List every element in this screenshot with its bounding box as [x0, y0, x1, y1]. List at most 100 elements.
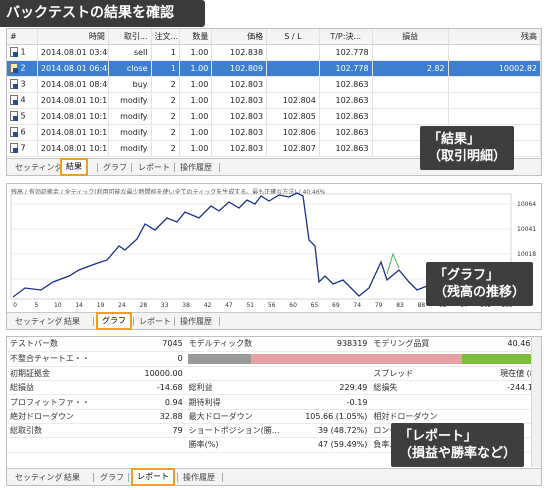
- report-value: [451, 394, 541, 410]
- cell-sl: 102.804: [266, 92, 320, 109]
- report-label: プロフィットファ・・: [7, 394, 101, 410]
- tester-tabbar: セッティング 結果 グラフ レポート 操作履歴: [7, 468, 541, 486]
- table-row-selected[interactable]: 2 2014.08.01 06:46 close 1 1.00 102.809 …: [7, 60, 542, 77]
- col-header[interactable]: 損益: [372, 29, 449, 45]
- report-value: 40.46%: [451, 337, 541, 352]
- report-label: 絶対ドローダウン: [7, 409, 101, 424]
- tab-journal[interactable]: 操作履歴: [179, 471, 219, 484]
- tab-settings[interactable]: セッティング: [11, 161, 67, 174]
- cell-balance: [448, 44, 542, 61]
- cell-order: 2: [151, 92, 180, 109]
- x-tick-label: 56: [268, 302, 276, 309]
- y-tick-label: 10018: [517, 251, 536, 258]
- cell-sl: 102.807: [266, 140, 320, 157]
- cell-price: 102.803: [211, 108, 268, 125]
- cell-sl: [266, 60, 320, 77]
- cell-price: 102.809: [211, 60, 268, 77]
- callout-title: 「結果」: [428, 132, 481, 147]
- col-header[interactable]: 残高: [448, 29, 542, 45]
- cell-type: modify: [108, 108, 152, 125]
- tab-journal[interactable]: 操作履歴: [176, 161, 216, 174]
- col-header[interactable]: T/P:決...: [319, 29, 373, 45]
- table-row[interactable]: 3 2014.08.01 08:43 buy 2 1.00 102.803 10…: [7, 76, 542, 93]
- callout-graph: 「グラフ」 （残高の推移）: [426, 262, 534, 306]
- tab-settings[interactable]: セッティング: [11, 315, 67, 328]
- report-label: 総損失: [370, 380, 452, 396]
- tab-graph[interactable]: グラフ: [96, 471, 128, 484]
- report-value: [451, 409, 541, 424]
- x-tick-label: 47: [225, 302, 233, 309]
- report-value: 47 (59.49%): [279, 437, 371, 453]
- row-number: 4: [20, 95, 26, 105]
- tab-report[interactable]: レポート: [134, 161, 174, 174]
- tab-settings[interactable]: セッティング: [11, 471, 67, 484]
- tab-results[interactable]: 結果: [60, 315, 84, 328]
- table-row[interactable]: 4 2014.08.01 10:11 modify 2 1.00 102.803…: [7, 92, 542, 109]
- x-tick-label: 69: [332, 302, 340, 309]
- col-header[interactable]: 注文...: [151, 29, 180, 45]
- callout-report: 「レポート」 （損益や勝率など）: [391, 423, 525, 467]
- table-row[interactable]: 5 2014.08.01 10:11 modify 2 1.00 102.803…: [7, 108, 542, 125]
- report-row: 総損益 -14.68 総利益 229.49 総損失 -244.17: [7, 380, 541, 396]
- callout-title: 「レポート」: [399, 429, 478, 444]
- col-header[interactable]: 価格: [211, 29, 268, 45]
- report-row: 初期証拠金 10000.00 スプレッド 現在値 (8): [7, 366, 541, 382]
- x-tick-label: 88: [418, 302, 426, 309]
- report-value: 32.88: [100, 409, 186, 424]
- callout-results: 「結果」 （取引明細）: [420, 126, 515, 170]
- tab-graph[interactable]: グラフ: [96, 312, 132, 330]
- tab-report[interactable]: レポート: [135, 315, 175, 328]
- col-header[interactable]: #: [7, 29, 38, 45]
- report-value: 39 (48.72%): [279, 423, 371, 439]
- col-header[interactable]: 数量: [179, 29, 213, 45]
- col-header[interactable]: 時間: [37, 29, 109, 45]
- tab-report[interactable]: レポート: [131, 468, 175, 486]
- cell-volume: 1.00: [179, 44, 213, 61]
- cell-order: 1: [151, 60, 180, 77]
- order-doc-icon: [10, 143, 18, 153]
- page-title: バックテストの結果を確認: [0, 0, 205, 27]
- order-doc-icon: [10, 63, 18, 73]
- x-tick-label: 10: [54, 302, 62, 309]
- report-value: 10000.00: [100, 366, 186, 382]
- col-header[interactable]: 取引...: [108, 29, 152, 45]
- cell-sl: [266, 76, 320, 93]
- callout-subtitle: （残高の推移）: [434, 285, 526, 300]
- cell-sl: 102.806: [266, 124, 320, 141]
- row-number: 5: [20, 111, 26, 121]
- tab-results[interactable]: 結果: [60, 471, 84, 484]
- cell-tp: 102.863: [319, 140, 373, 157]
- tab-journal[interactable]: 操作履歴: [176, 315, 216, 328]
- x-tick-label: 33: [161, 302, 169, 309]
- report-row: テストバー数 7045 モデルティック数 938319 モデリング品質 40.4…: [7, 337, 541, 352]
- callout-subtitle: （取引明細）: [428, 149, 507, 164]
- report-value: 229.49: [279, 380, 371, 396]
- cell-order: 2: [151, 140, 180, 157]
- cell-order: 1: [151, 44, 180, 61]
- report-label: 勝率(%): [185, 437, 280, 453]
- cell-tp: 102.863: [319, 108, 373, 125]
- cell-time: 2014.08.01 08:43: [37, 76, 109, 93]
- x-tick-label: 42: [204, 302, 212, 309]
- cell-price: 102.803: [211, 140, 268, 157]
- cell-time: 2014.08.01 10:11: [37, 124, 109, 141]
- order-doc-icon: [10, 47, 18, 57]
- report-label: テストバー数: [7, 337, 101, 352]
- cell-price: 102.803: [211, 92, 268, 109]
- col-header[interactable]: S / L: [266, 29, 320, 45]
- report-row: プロフィットファ・・ 0.94 期待利得 -0.19: [7, 394, 541, 410]
- tab-results[interactable]: 結果: [60, 158, 88, 176]
- tab-graph[interactable]: グラフ: [99, 161, 131, 174]
- table-row[interactable]: 1 2014.08.01 03:46 sell 1 1.00 102.838 1…: [7, 44, 542, 61]
- cell-tp: 102.863: [319, 76, 373, 93]
- report-label: [7, 437, 101, 453]
- report-value: -244.17: [451, 380, 541, 396]
- cell-volume: 1.00: [179, 108, 213, 125]
- report-label: ショートポジション(勝...: [185, 423, 280, 439]
- cell-tp: 102.863: [319, 124, 373, 141]
- cell-profit: [372, 76, 449, 93]
- report-label: 相対ドローダウン: [370, 409, 452, 424]
- cell-order: 2: [151, 108, 180, 125]
- report-scrollbar[interactable]: [531, 337, 541, 467]
- cell-type: close: [108, 60, 152, 77]
